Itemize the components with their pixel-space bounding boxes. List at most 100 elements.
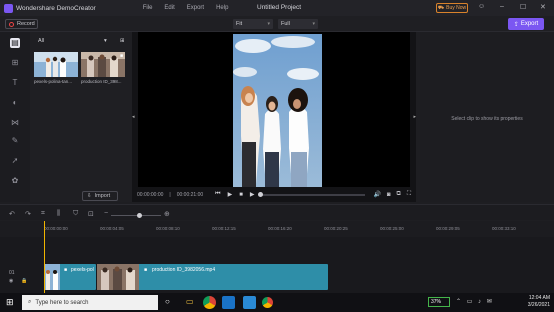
- export-label: Export: [520, 21, 539, 27]
- export-icon: ⇪: [513, 21, 519, 28]
- app-logo-icon: [4, 3, 13, 13]
- buy-now-label: Buy Now: [446, 5, 467, 11]
- ruler-tick: 00:00:20:25: [324, 226, 348, 231]
- effects-icon[interactable]: ◐: [10, 98, 20, 108]
- timeline-tracks: 01 ◉ 🔒 ■ pexels-pol ■ production ID_3982…: [0, 237, 554, 293]
- buy-now-button[interactable]: ⛟ Buy Now: [436, 3, 468, 13]
- preview-canvas: [138, 32, 410, 187]
- snapshot-icon[interactable]: ◙: [387, 192, 391, 198]
- timeline-clip[interactable]: ■ production ID_3982056.mp4: [97, 264, 328, 290]
- clip-thumbnail: [97, 264, 139, 290]
- caption-icon[interactable]: ⊡: [88, 210, 94, 218]
- video-clip-icon: ■: [64, 267, 68, 273]
- track-visibility-icon[interactable]: ◉: [9, 278, 13, 284]
- battery-percent: 37%: [431, 299, 442, 305]
- import-icon: ⇩: [87, 193, 92, 199]
- menu-edit[interactable]: Edit: [164, 5, 174, 11]
- clock-time: 12:04 AM: [528, 295, 550, 301]
- export-button[interactable]: ⇪ Export: [508, 18, 544, 30]
- track-lock-icon[interactable]: 🔒: [21, 278, 27, 284]
- marker-icon[interactable]: ⛉: [73, 210, 78, 218]
- transitions-icon[interactable]: ⋈: [10, 118, 20, 128]
- collapse-left-icon[interactable]: ◂: [132, 114, 135, 120]
- media-thumbnail[interactable]: [34, 52, 78, 77]
- playhead[interactable]: [44, 221, 45, 293]
- stickers-icon[interactable]: ✿: [10, 176, 20, 186]
- menu-export[interactable]: Export: [187, 5, 204, 11]
- collapse-right-icon[interactable]: ▸: [413, 114, 416, 120]
- record-label: Record: [17, 21, 35, 27]
- taskbar: ⊞ ⌕ Type here to search ○ ▭ 37% ⌃ ▭ ♪ ✉ …: [0, 293, 554, 312]
- quality-select[interactable]: Full ▾: [278, 19, 318, 29]
- crop-tool-icon[interactable]: ⌗: [41, 210, 45, 218]
- volume-icon[interactable]: 🔊: [373, 191, 380, 198]
- task-view-icon[interactable]: ○: [165, 297, 170, 306]
- split-icon[interactable]: ⫼: [57, 210, 60, 218]
- clock[interactable]: 12:04 AM 3/26/2021: [528, 295, 550, 309]
- annotations-icon[interactable]: ✎: [10, 136, 20, 146]
- system-tray-icons[interactable]: ⌃ ▭ ♪ ✉: [456, 298, 494, 305]
- stop-icon[interactable]: ■: [239, 192, 243, 198]
- search-placeholder: Type here to search: [35, 299, 89, 306]
- time-separator: |: [169, 191, 171, 198]
- timeline-ruler[interactable]: 00:00:00:00 00:00:04:05 00:00:08:10 00:0…: [0, 221, 554, 237]
- file-explorer-icon[interactable]: ▭: [186, 297, 194, 306]
- play-icon[interactable]: ▶: [228, 191, 233, 198]
- minimize-icon[interactable]: –: [500, 3, 504, 10]
- playback-progress[interactable]: [258, 191, 366, 197]
- record-button[interactable]: Record: [5, 19, 38, 29]
- timeline-clip[interactable]: ■ pexels-pol: [44, 264, 96, 290]
- app-name: Wondershare DemoCreator: [16, 4, 96, 12]
- timeline-toolbar: ↶ ↷ ⌗ ⫼ ⛉ ⊡ − ⊕: [0, 204, 554, 220]
- zoom-out-icon[interactable]: −: [104, 210, 108, 217]
- fullscreen-icon[interactable]: ⛶: [407, 191, 411, 198]
- import-button[interactable]: ⇩ Import: [82, 191, 118, 201]
- clip-label: pexels-pol: [71, 267, 94, 273]
- ruler-tick: 00:00:12:15: [212, 226, 236, 231]
- next-frame-icon[interactable]: ▶: [250, 191, 255, 198]
- account-icon[interactable]: ☺: [478, 3, 485, 10]
- zoom-in-icon[interactable]: ⊕: [164, 210, 170, 218]
- video-clip-icon: ■: [144, 267, 148, 273]
- undo-icon[interactable]: ↶: [9, 210, 15, 218]
- text-icon[interactable]: T: [10, 78, 20, 88]
- close-icon[interactable]: ✕: [540, 3, 546, 11]
- media-thumbnail[interactable]: ■: [81, 52, 125, 77]
- crop-icon[interactable]: ⧉: [397, 191, 401, 198]
- current-time: 00:00:00:00: [137, 191, 164, 198]
- app-icon[interactable]: [243, 296, 256, 309]
- templates-icon[interactable]: ⊞: [10, 58, 20, 68]
- taskbar-search[interactable]: ⌕ Type here to search: [22, 295, 158, 310]
- track-header: 01 ◉ 🔒: [0, 264, 40, 290]
- ruler-tick: 00:00:25:00: [380, 226, 404, 231]
- media-filter-value: All: [38, 38, 45, 44]
- previous-frame-icon[interactable]: ⏮: [215, 191, 220, 198]
- title-bar: Wondershare DemoCreator File Edit Export…: [0, 0, 554, 16]
- battery-indicator[interactable]: 37%: [428, 297, 450, 307]
- video-type-icon: ■: [119, 53, 123, 59]
- quality-select-value: Full: [281, 21, 290, 27]
- cursor-effects-icon[interactable]: ➚: [10, 156, 20, 166]
- chrome-icon[interactable]: [203, 296, 216, 309]
- fit-select-value: Fit: [236, 21, 243, 27]
- zoom-slider[interactable]: [111, 213, 161, 218]
- fit-select[interactable]: Fit ▾: [233, 19, 273, 29]
- redo-icon[interactable]: ↷: [25, 210, 31, 218]
- media-filter[interactable]: All ▾ ⊞: [34, 36, 126, 46]
- menu-help[interactable]: Help: [216, 5, 228, 11]
- media-thumbnail-image: [81, 52, 125, 77]
- menu-file[interactable]: File: [143, 5, 153, 11]
- mail-icon[interactable]: [222, 296, 235, 309]
- ruler-tick: 00:00:16:20: [268, 226, 292, 231]
- maximize-icon[interactable]: ☐: [520, 3, 526, 11]
- ruler-tick: 00:00:33:10: [492, 226, 516, 231]
- properties-panel: Select clip to show its properties: [420, 32, 554, 202]
- windows-start-icon[interactable]: ⊞: [6, 297, 14, 308]
- search-icon: ⌕: [28, 299, 32, 305]
- project-title: Untitled Project: [257, 4, 302, 11]
- playback-progress-knob[interactable]: [258, 191, 264, 197]
- zoom-slider-knob[interactable]: [137, 213, 142, 218]
- media-library-icon[interactable]: ▤: [10, 38, 20, 48]
- left-sidebar: ▤ ⊞ T ◐ ⋈ ✎ ➚ ✿: [0, 32, 30, 202]
- grid-view-icon[interactable]: ⊞: [120, 38, 125, 44]
